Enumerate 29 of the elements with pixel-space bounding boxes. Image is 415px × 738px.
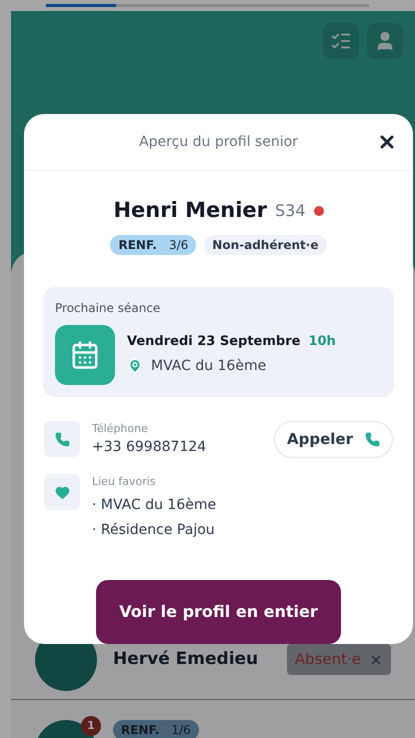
next-session-label: Prochaine séance [55, 300, 162, 316]
favorite-place: · Résidence Pajou [92, 520, 216, 540]
program-label: RENF. [121, 722, 160, 738]
call-button[interactable]: Appeler [274, 421, 393, 458]
phone-icon [44, 421, 80, 458]
profile-button[interactable] [367, 23, 403, 59]
favorites-label: Lieu favoris [92, 474, 157, 490]
dialog-title: Aperçu du profil senior [139, 132, 298, 152]
close-icon [369, 652, 383, 666]
program-label: RENF. [118, 236, 157, 254]
location-pin-icon [127, 358, 143, 374]
favorite-place: · MVAC du 16ème [92, 496, 216, 514]
session-count: 1/6 [171, 722, 191, 738]
session-time: 10h [308, 333, 336, 352]
session-place: MVAC du 16ème [151, 356, 266, 376]
view-full-profile-button[interactable]: Voir le profil en entier [96, 580, 341, 644]
session-date: Vendredi 23 Septembre [127, 333, 300, 352]
phone-label: Téléphone [92, 420, 149, 436]
absent-status-tag: Absent·e [286, 644, 391, 675]
notification-badge: 1 [81, 716, 101, 736]
checklist-button[interactable] [323, 23, 359, 59]
calendar-icon [55, 324, 115, 384]
membership-badge: Non-adhérent·e [204, 234, 326, 254]
phone-number: +33 699887124 [92, 438, 208, 457]
senior-name: Henri Menier [113, 197, 267, 224]
phone-icon [365, 432, 380, 447]
senior-code: S34 [275, 200, 306, 222]
senior-name: Hervé Emedieu [113, 648, 260, 671]
session-count: 3/6 [168, 236, 188, 254]
